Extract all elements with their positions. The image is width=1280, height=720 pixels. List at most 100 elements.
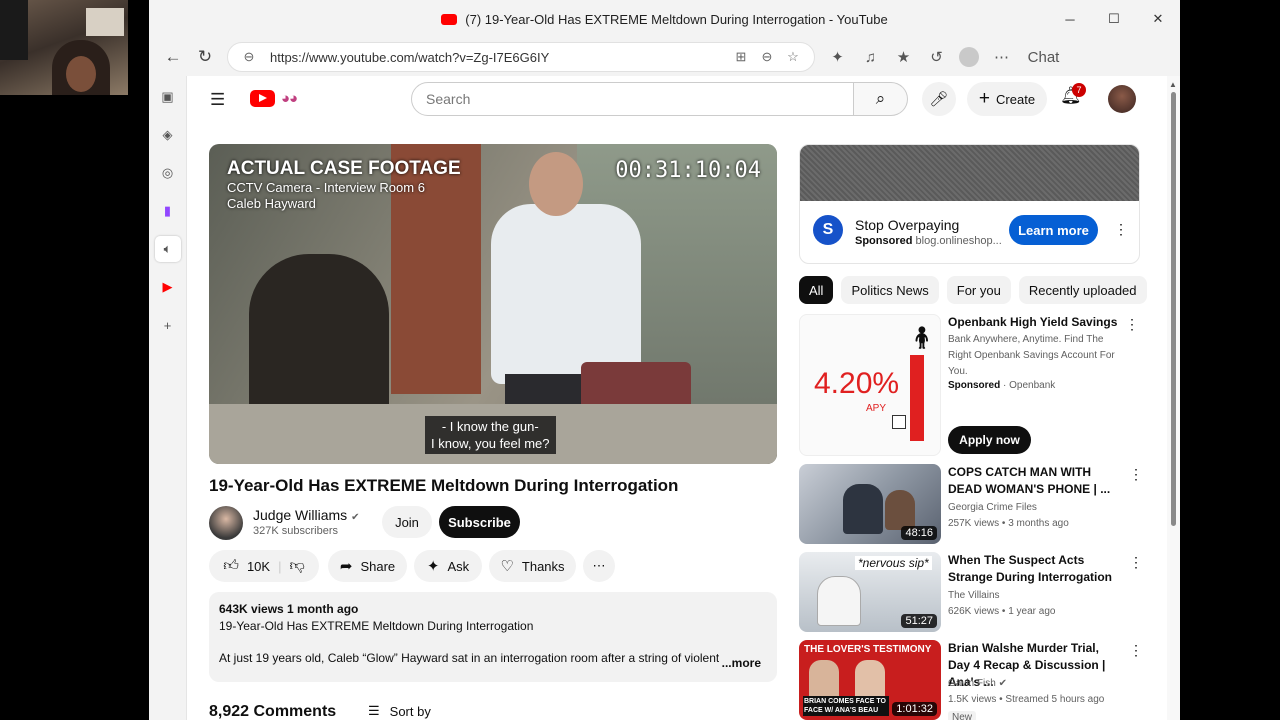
add-icon[interactable]: + [155,312,181,338]
globe-icon[interactable]: ◎ [155,160,181,186]
channel-name[interactable]: Judge Williams ✔ [253,507,360,523]
recommendation-item[interactable]: 48:16 COPS CATCH MAN WITH DEAD WOMAN'S P… [799,464,1143,544]
ad-sponsored: Sponsored [855,235,913,247]
tab-actions-icon[interactable]: ▣ [155,84,181,110]
sort-icon: ☰ [368,703,380,718]
youtube-tab-icon[interactable]: ▶ [155,274,181,300]
rec-advertiser: Openbank [1009,380,1056,391]
voice-search-button[interactable]: 🎤︎ [922,82,956,116]
menu-icon[interactable]: ☰ [210,90,225,110]
thanks-heart-icon: ♡ [500,558,514,575]
more-icon[interactable]: ⋯ [985,42,1018,72]
description-body: At just 19 years old, Caleb “Glow” Haywa… [219,651,719,665]
caption-line-2: I know, you feel me? [431,436,550,451]
apply-now-button[interactable]: Apply now [948,426,1031,454]
filter-chips: All Politics News For you Recently uploa… [799,276,1147,304]
ad-meta: Sponsored blog.onlineshop... [855,235,1002,247]
microphone-icon: 🎤︎ [929,91,949,108]
rec-thumbnail[interactable]: *nervous sip* 51:27 [799,552,941,632]
window-controls: ─ ☐ ✕ [1048,0,1180,38]
chip-politics-news[interactable]: Politics News [841,276,939,304]
scrollbar-thumb[interactable] [1171,92,1176,526]
ask-button[interactable]: ✦ Ask [414,550,482,582]
minimize-icon[interactable]: ─ [1048,0,1092,38]
ad-card[interactable]: S Stop Overpaying Sponsored blog.onlines… [799,144,1140,264]
search-button[interactable]: ⌕ [854,82,908,116]
share-label: Share [360,558,396,574]
copilot-chat-button[interactable]: Chat [1024,42,1060,72]
recommendation-item[interactable]: *nervous sip* 51:27 When The Suspect Act… [799,552,1143,632]
extension-icon[interactable]: ◈ [155,122,181,148]
address-bar: ← ↻ ⊖ https://www.youtube.com/watch?v=Zg… [149,38,1180,76]
zoom-icon[interactable]: ⊖ [754,49,780,65]
ad-menu-icon[interactable]: ⋮ [1114,221,1128,238]
chip-all[interactable]: All [799,276,834,304]
thanks-label: Thanks [521,558,565,574]
notifications-button[interactable]: 🔔︎ 7 [1060,83,1086,106]
like-count[interactable]: 10K [247,559,270,574]
subscribe-button[interactable]: Subscribe [439,506,520,538]
openbank-apy: APY [866,403,887,414]
subscriber-count: 327K subscribers [253,525,338,537]
rec-thumbnail[interactable]: 48:16 [799,464,941,544]
video-player[interactable]: ACTUAL CASE FOOTAGE CCTV Camera - Interv… [209,144,777,464]
thumb-figure-2 [885,490,915,530]
apps-icon[interactable]: ⊞ [728,49,754,65]
verified-icon: ✔ [351,512,360,523]
more-actions-button[interactable]: ⋯ [583,550,615,582]
chip-recently-uploaded[interactable]: Recently uploaded [1018,276,1147,304]
rec-stats: 257K views • 3 months ago [948,518,1069,529]
media-icon[interactable]: ♫ [854,42,887,72]
dislike-icon[interactable]: 👎︎ [289,557,304,575]
description-box[interactable]: 643K views 1 month ago 19-Year-Old Has E… [209,592,777,682]
thumb-figure [843,484,883,534]
rec-menu-icon[interactable]: ⋮ [1125,316,1139,333]
window-title: (7) 19-Year-Old Has EXTREME Meltdown Dur… [465,11,888,27]
favorite-star-icon[interactable]: ☆ [780,49,806,65]
twitch-icon[interactable]: ▮ [155,198,181,224]
recommendation-item[interactable]: THE LOVER'S TESTIMONY BRIAN COMES FACE T… [799,640,1143,720]
share-button[interactable]: ➦ Share [328,550,407,582]
back-icon[interactable]: ← [157,41,189,73]
channel-avatar[interactable] [209,506,243,540]
rec-sponsored-line: Sponsored · Openbank [948,380,1056,391]
thanks-button[interactable]: ♡ Thanks [489,550,576,582]
recommendation-ad[interactable]: 4.20% APY 🧍︎ Openbank High Yield Savings… [799,314,1140,456]
like-icon[interactable]: 👍︎ [223,557,239,575]
sort-label: Sort by [389,703,431,719]
search-input[interactable]: Search [411,82,854,116]
create-button[interactable]: + Create [967,82,1047,116]
join-button[interactable]: Join [382,506,432,538]
page-scrollbar[interactable]: ▲ [1167,76,1180,720]
description-more[interactable]: ...more [722,656,761,670]
history-icon[interactable]: ↺ [920,42,953,72]
rec-thumbnail[interactable]: THE LOVER'S TESTIMONY BRIAN COMES FACE T… [799,640,941,720]
browser-toolbar: ✦ ♫ ★ ↺ ⋯ Chat [821,42,1060,72]
rec-menu-icon[interactable]: ⋮ [1129,642,1143,659]
youtube-logo[interactable]: ◕◕ [250,90,298,107]
profile-icon[interactable] [959,47,979,67]
site-info-icon[interactable]: ⊖ [236,49,262,65]
extensions-icon[interactable]: ✦ [821,42,854,72]
rec-menu-icon[interactable]: ⋮ [1129,554,1143,571]
openbank-bar-graphic [910,355,924,441]
scroll-up-icon[interactable]: ▲ [1169,80,1177,89]
caption-line-1: - I know the gun- [441,419,539,434]
close-icon[interactable]: ✕ [1136,0,1180,38]
video-title: 19-Year-Old Has EXTREME Meltdown During … [209,476,679,495]
maximize-icon[interactable]: ☐ [1092,0,1136,38]
verified-icon: ✔ [998,678,1007,689]
account-avatar[interactable] [1108,85,1136,113]
learn-more-button[interactable]: Learn more [1009,215,1098,245]
rec-menu-icon[interactable]: ⋮ [1129,466,1143,483]
favorites-icon[interactable]: ★ [887,42,920,72]
thumb-text: *nervous sip* [855,556,932,570]
chip-for-you[interactable]: For you [946,276,1011,304]
notification-badge: 7 [1072,83,1086,97]
openbank-thumbnail[interactable]: 4.20% APY 🧍︎ [799,314,941,456]
overlay-camera: CCTV Camera - Interview Room 6 [227,180,425,195]
audio-icon[interactable]: 🔈︎ [154,236,181,262]
sort-by-button[interactable]: ☰ Sort by [368,703,431,719]
refresh-icon[interactable]: ↻ [189,41,221,73]
url-field[interactable]: ⊖ https://www.youtube.com/watch?v=Zg-I7E… [227,42,815,72]
